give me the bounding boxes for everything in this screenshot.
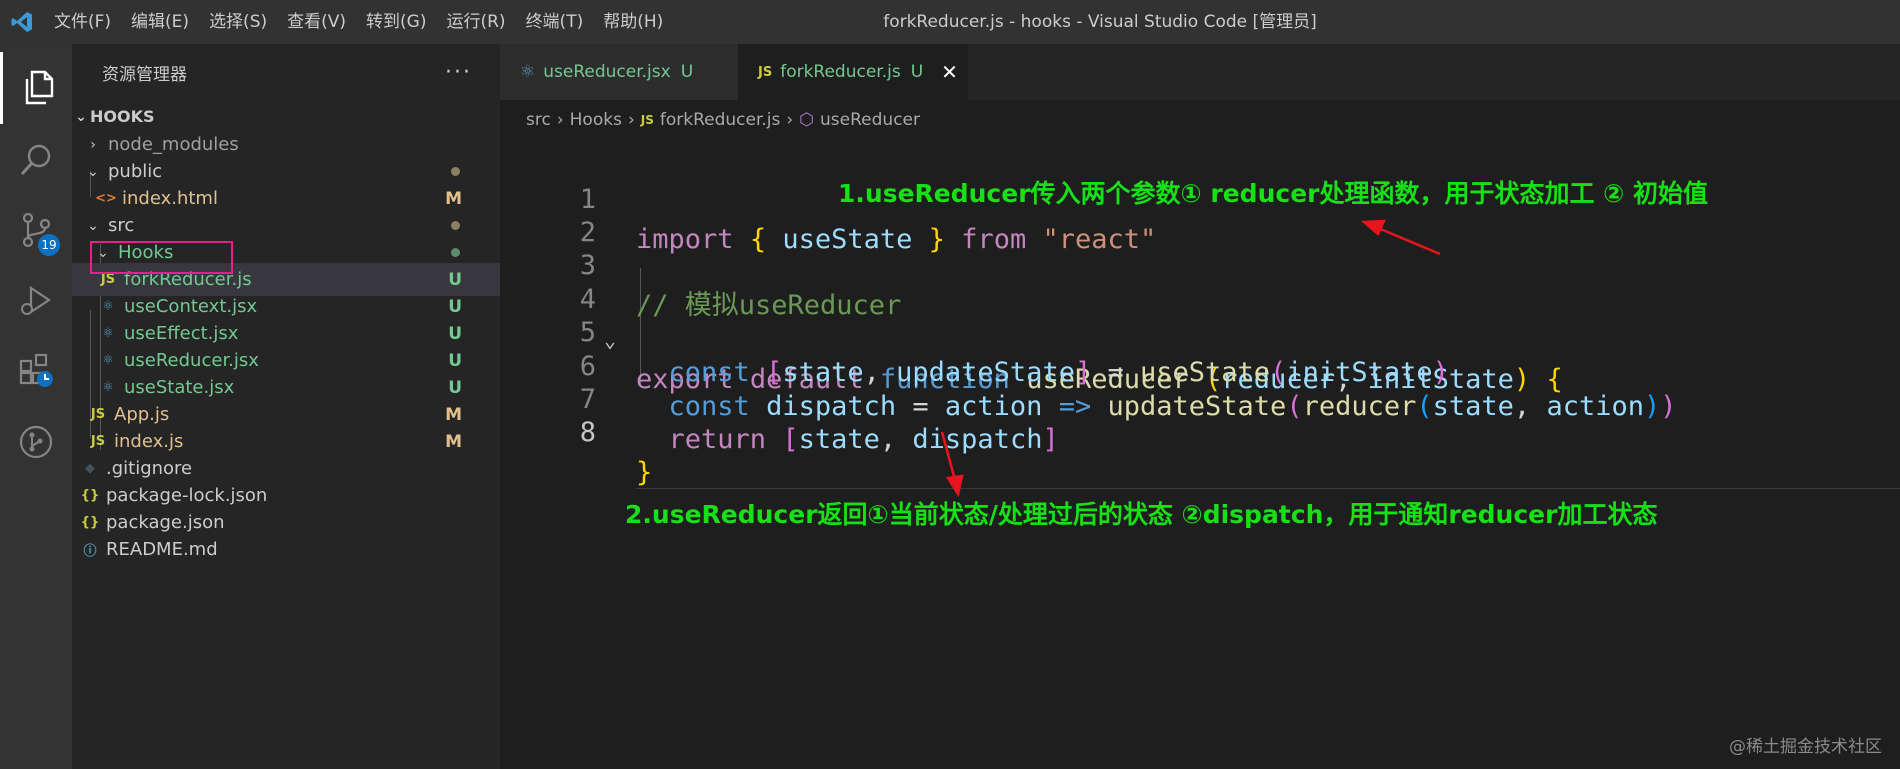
arrow-top	[1360, 219, 1441, 256]
annotation-arrows	[940, 219, 1441, 498]
arrow-bottom	[940, 431, 964, 498]
watermark: @稀土掘金技术社区	[1729, 737, 1882, 757]
